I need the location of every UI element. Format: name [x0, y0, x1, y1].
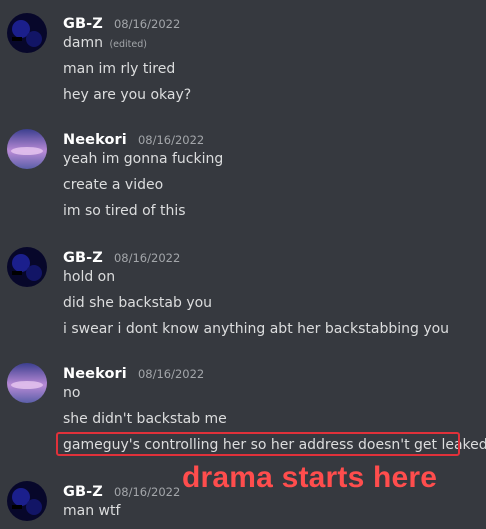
message-line: hold on [63, 269, 116, 285]
message-header: GB-Z 08/16/2022 [63, 247, 180, 267]
author-name[interactable]: GB-Z [63, 16, 103, 32]
annotation-text: drama starts here [182, 461, 438, 494]
message-line: she didn't backstab me [63, 411, 227, 427]
dark-blue-avatar-icon [7, 13, 47, 53]
author-name[interactable]: GB-Z [63, 250, 103, 266]
purple-sky-avatar-icon [7, 363, 47, 403]
message-line: i swear i dont know anything abt her bac… [63, 321, 450, 337]
message-line: man wtf [63, 503, 121, 519]
edited-label: (edited) [109, 39, 147, 50]
message-text: damn [63, 35, 103, 51]
timestamp: 08/16/2022 [137, 367, 205, 381]
user-avatar[interactable] [7, 481, 47, 521]
timestamp: 08/16/2022 [113, 17, 181, 31]
message-header: GB-Z 08/16/2022 [63, 13, 180, 33]
message-line: did she backstab you [63, 295, 213, 311]
message-line: no [63, 385, 81, 401]
message-line: man im rly tired [63, 61, 176, 77]
timestamp: 08/16/2022 [113, 251, 181, 265]
message-header: Neekori 08/16/2022 [63, 129, 204, 149]
message-line: im so tired of this [63, 203, 186, 219]
author-name[interactable]: GB-Z [63, 484, 103, 500]
purple-sky-avatar-icon [7, 129, 47, 169]
message-header: GB-Z 08/16/2022 [63, 481, 180, 501]
message-line: hey are you okay? [63, 87, 192, 103]
dark-blue-avatar-icon [7, 247, 47, 287]
highlight-box [56, 432, 460, 456]
author-name[interactable]: Neekori [63, 366, 127, 382]
user-avatar[interactable] [7, 13, 47, 53]
message-line: create a video [63, 177, 164, 193]
timestamp: 08/16/2022 [137, 133, 205, 147]
timestamp: 08/16/2022 [113, 485, 181, 499]
user-avatar[interactable] [7, 247, 47, 287]
user-avatar[interactable] [7, 363, 47, 403]
message-header: Neekori 08/16/2022 [63, 363, 204, 383]
author-name[interactable]: Neekori [63, 132, 127, 148]
user-avatar[interactable] [7, 129, 47, 169]
message-line: damn (edited) [63, 35, 147, 51]
dark-blue-avatar-icon [7, 481, 47, 521]
message-line: yeah im gonna fucking [63, 151, 224, 167]
